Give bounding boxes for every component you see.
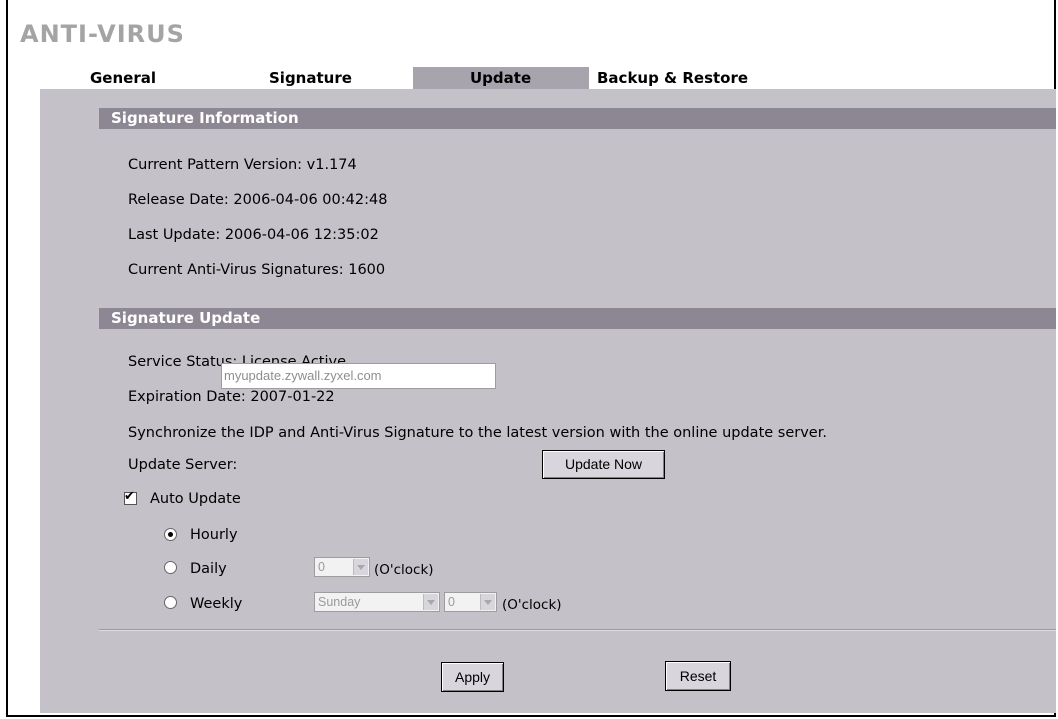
auto-update-label: Auto Update [150,491,241,507]
tab-backup-restore[interactable]: Backup & Restore [589,67,776,89]
chevron-down-icon [480,594,495,610]
daily-radio[interactable] [164,561,177,574]
expiration-date-text: Expiration Date: 2007-01-22 [128,389,335,405]
last-update-text: Last Update: 2006-04-06 12:35:02 [128,227,379,243]
update-server-input[interactable]: myupdate.zywall.zyxel.com [221,363,496,389]
weekly-hour-select[interactable]: 0 [444,592,497,612]
pattern-version-text: Current Pattern Version: v1.174 [128,157,357,173]
weekly-label: Weekly [190,596,243,612]
signature-information-header: Signature Information [99,108,1056,129]
update-server-label: Update Server: [128,457,238,473]
reset-button[interactable]: Reset [665,661,731,691]
daily-label: Daily [190,561,227,577]
tab-update[interactable]: Update [413,67,589,89]
weekly-radio[interactable] [164,596,177,609]
hourly-radio[interactable] [164,528,177,541]
auto-update-checkbox[interactable]: ✔ [124,489,137,505]
weekly-oclock-label: (O'clock) [502,597,562,613]
tab-signature-label: Signature [269,69,352,87]
daily-oclock-label: (O'clock) [374,562,434,578]
radio-selected-dot-icon [168,532,173,537]
tab-general-label: General [90,69,156,87]
weekly-hour-value: 0 [448,595,455,609]
weekly-day-select[interactable]: Sunday [314,592,440,612]
update-now-button[interactable]: Update Now [542,450,665,479]
tab-update-label: Update [470,69,532,87]
tab-general[interactable]: General [40,67,227,89]
chevron-down-icon [423,594,438,610]
apply-button[interactable]: Apply [441,662,504,692]
tab-bar: General Signature Update Backup & Restor… [40,67,1056,89]
sync-description-text: Synchronize the IDP and Anti-Virus Signa… [128,425,827,441]
hourly-label: Hourly [190,527,238,543]
weekly-day-value: Sunday [318,595,361,609]
form-divider [99,629,1056,631]
tab-content-panel: Signature Information Current Pattern Ve… [40,89,1056,713]
signature-count-text: Current Anti-Virus Signatures: 1600 [128,262,386,278]
release-date-text: Release Date: 2006-04-06 00:42:48 [128,192,388,208]
signature-update-header: Signature Update [99,308,1056,329]
page-title: ANTI-VIRUS [20,20,185,48]
tab-backup-restore-label: Backup & Restore [597,69,749,87]
daily-hour-value: 0 [318,560,325,574]
checkmark-icon: ✔ [124,489,135,504]
chevron-down-icon [353,559,368,575]
daily-hour-select[interactable]: 0 [314,557,370,577]
tab-signature[interactable]: Signature [227,67,413,89]
